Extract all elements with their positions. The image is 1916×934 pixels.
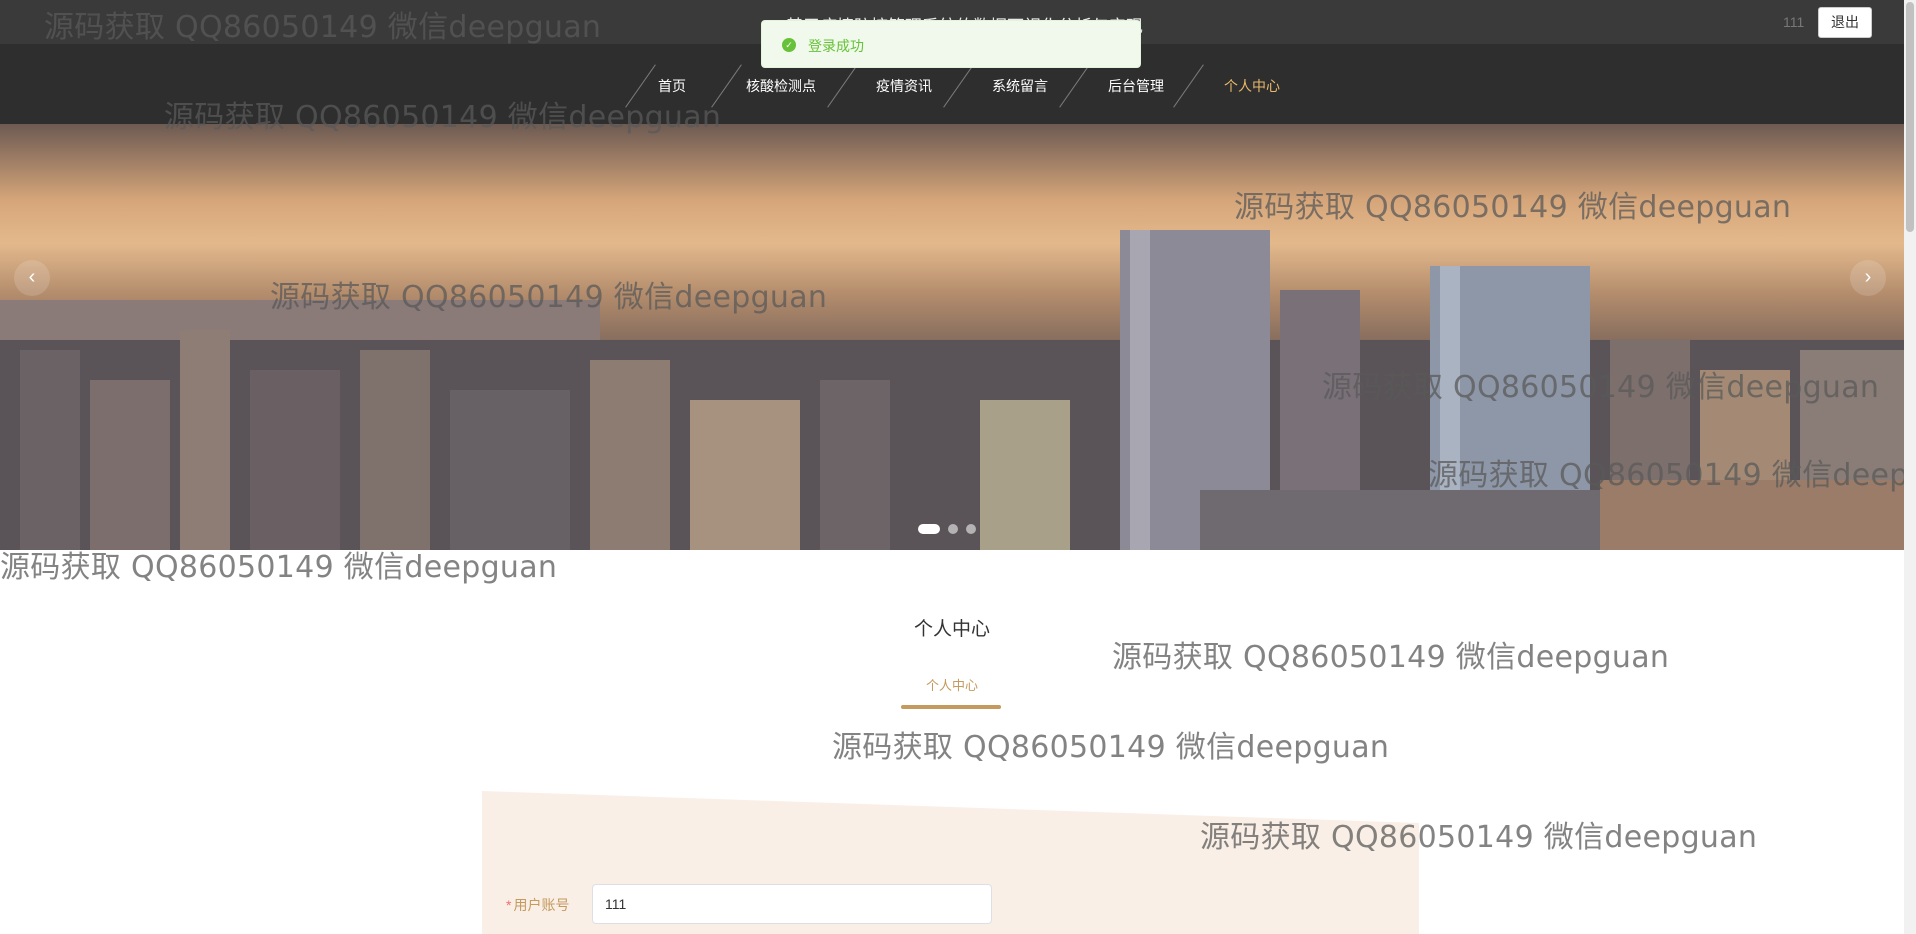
current-user-name: 111 (1783, 14, 1805, 30)
carousel-indicators (918, 524, 976, 534)
watermark-text: 源码获取 QQ86050149 微信deepguan (832, 730, 1390, 765)
carousel-dot[interactable] (918, 524, 940, 534)
toast-message: 登录成功 (808, 38, 864, 54)
account-field-label: * 用户账号 (506, 895, 569, 915)
city-skyline-image (0, 230, 1904, 550)
scrollbar-thumb[interactable] (1906, 2, 1914, 232)
nav-item-test-sites[interactable]: 核酸检测点 (746, 76, 816, 96)
nav-item-home[interactable]: 首页 (658, 76, 686, 96)
nav-divider (1173, 64, 1204, 108)
banner-carousel: ‹ › (0, 124, 1904, 550)
page-scrollbar[interactable] (1904, 0, 1916, 934)
required-mark: * (506, 897, 512, 913)
chevron-left-icon: ‹ (28, 266, 36, 288)
logout-button[interactable]: 退出 (1818, 7, 1872, 38)
nav-divider (943, 64, 974, 108)
section-subtitle: 个人中心 (925, 678, 978, 693)
nav-item-admin[interactable]: 后台管理 (1108, 76, 1164, 96)
check-circle-icon: ✓ (782, 38, 796, 52)
nav-item-epidemic-news[interactable]: 疫情资讯 (876, 76, 932, 96)
carousel-dot[interactable] (948, 524, 958, 534)
nav-item-profile[interactable]: 个人中心 (1224, 76, 1280, 96)
chevron-right-icon: › (1864, 266, 1872, 288)
account-input[interactable] (592, 884, 992, 924)
nav-divider (625, 64, 656, 108)
carousel-prev-button[interactable]: ‹ (14, 260, 50, 296)
section-underline (901, 705, 1001, 709)
section-title: 个人中心 (913, 619, 990, 640)
account-label-text: 用户账号 (513, 897, 570, 913)
nav-divider (711, 64, 742, 108)
carousel-next-button[interactable]: › (1850, 260, 1886, 296)
nav-item-messages[interactable]: 系统留言 (992, 76, 1048, 96)
login-success-toast: ✓ 登录成功 (761, 20, 1141, 68)
nav-divider (827, 64, 858, 108)
carousel-dot[interactable] (966, 524, 976, 534)
nav-divider (1059, 64, 1090, 108)
